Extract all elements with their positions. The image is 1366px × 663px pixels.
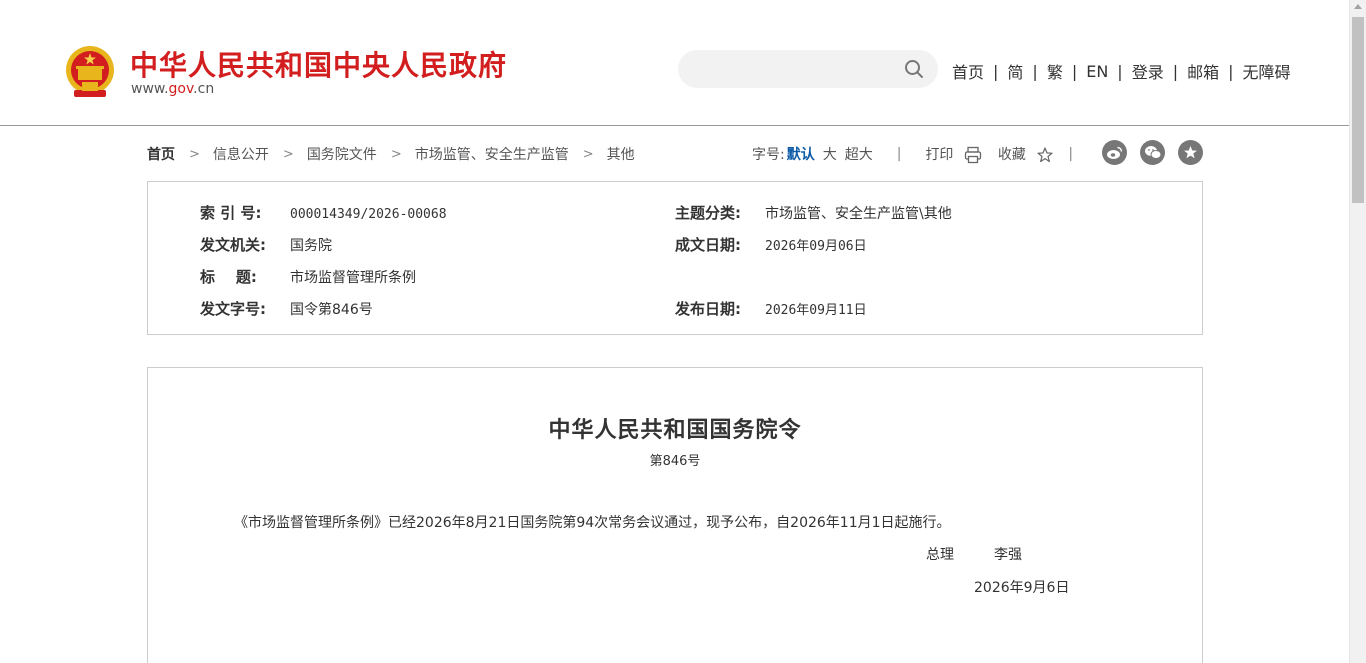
- print-button[interactable]: 打印: [925, 144, 982, 164]
- info-label: 成文日期:: [675, 236, 741, 254]
- article-number: 第846号: [649, 454, 701, 469]
- favorite-label: 收藏: [997, 147, 1026, 163]
- font-size-default[interactable]: 默认: [787, 144, 815, 164]
- scroll-thumb[interactable]: [1352, 17, 1364, 203]
- nav-login[interactable]: 登录: [1132, 59, 1164, 83]
- info-label: 发文机关:: [200, 236, 266, 254]
- info-topic: 主题分类: 市场监管、安全生产监管\其他: [675, 202, 952, 223]
- search-input[interactable]: [696, 58, 896, 80]
- scroll-up-arrow-icon[interactable]: [1354, 4, 1362, 9]
- nav-accessibility[interactable]: 无障碍: [1243, 59, 1291, 83]
- signer-name: 李强: [994, 547, 1022, 563]
- site-url-prefix: www.: [131, 81, 169, 97]
- article-title: 中华人民共和国国务院令: [548, 417, 802, 443]
- info-label: 发布日期:: [675, 300, 741, 318]
- star-outline-icon: [1037, 147, 1053, 163]
- site-title[interactable]: 中华人民共和国中央人民政府: [130, 44, 507, 84]
- breadcrumb: 首页 > 信息公开 > 国务院文件 > 市场监管、安全生产监管 > 其他: [147, 144, 635, 164]
- font-size-xlarge[interactable]: 超大: [845, 144, 873, 164]
- star-share-icon[interactable]: [1178, 140, 1203, 165]
- weibo-icon[interactable]: [1102, 140, 1127, 165]
- info-written-date: 成文日期: 2026年09月06日: [675, 234, 867, 255]
- info-label: 索 引 号:: [200, 204, 262, 222]
- font-size-large[interactable]: 大: [823, 144, 837, 164]
- signer-title: 总理: [926, 547, 954, 563]
- info-title: 标 题: 市场监督管理所条例: [200, 266, 416, 287]
- top-nav: 首页 | 简 | 繁 | EN | 登录 | 邮箱 | 无障碍: [952, 59, 1291, 83]
- font-size-label: 字号:: [752, 147, 785, 163]
- nav-traditional[interactable]: 繁: [1047, 59, 1063, 83]
- info-label: 发文字号:: [200, 300, 266, 318]
- breadcrumb-state-council-docs[interactable]: 国务院文件: [307, 144, 377, 164]
- wechat-icon[interactable]: [1140, 140, 1165, 165]
- info-value: 000014349/2026-00068: [290, 207, 447, 222]
- site-header: 中华人民共和国中央人民政府 www.gov.cn 首页 | 简 | 繁 | EN…: [0, 0, 1349, 126]
- nav-simplified[interactable]: 简: [1007, 59, 1023, 83]
- info-value: 国令第846号: [290, 302, 373, 318]
- article-date: 2026年9月6日: [974, 580, 1070, 596]
- site-url-suffix: .cn: [193, 81, 215, 97]
- breadcrumb-chevron-icon: >: [282, 146, 294, 162]
- nav-separator: |: [1172, 61, 1179, 81]
- print-label: 打印: [925, 147, 954, 163]
- nav-separator: |: [1071, 61, 1078, 81]
- info-value: 2026年09月06日: [765, 239, 867, 254]
- breadcrumb-other[interactable]: 其他: [607, 144, 635, 164]
- nav-english[interactable]: EN: [1086, 62, 1108, 81]
- nav-home[interactable]: 首页: [952, 59, 984, 83]
- breadcrumb-chevron-icon: >: [189, 146, 200, 162]
- printer-icon: [964, 146, 982, 164]
- social-share: [1102, 140, 1216, 165]
- page-tools: 字号: 默认 大 超大 | 打印 收藏 |: [752, 144, 1097, 164]
- info-issuer: 发文机关: 国务院: [200, 234, 332, 255]
- info-value: 2026年09月11日: [765, 303, 867, 318]
- site-url[interactable]: www.gov.cn: [131, 81, 214, 97]
- breadcrumb-info-public[interactable]: 信息公开: [213, 144, 269, 164]
- nav-separator: |: [1228, 61, 1234, 81]
- search-icon[interactable]: [904, 59, 924, 79]
- article-signature: 总理 李强: [926, 544, 1022, 564]
- info-publish-date: 发布日期: 2026年09月11日: [675, 298, 867, 319]
- info-label: 标 题:: [200, 268, 257, 286]
- breadcrumb-chevron-icon: >: [390, 146, 402, 162]
- nav-separator: |: [1032, 61, 1038, 81]
- info-value: 市场监督管理所条例: [290, 270, 416, 286]
- nav-mailbox[interactable]: 邮箱: [1187, 59, 1219, 83]
- article-body: 《市场监督管理所条例》已经2026年8月21日国务院第94次常务会议通过，现予公…: [234, 515, 951, 531]
- search-box: [678, 50, 938, 88]
- breadcrumb-home[interactable]: 首页: [147, 144, 175, 164]
- article-content: 中华人民共和国国务院令 第846号 《市场监督管理所条例》已经2026年8月21…: [147, 367, 1203, 663]
- info-index-no: 索 引 号: 000014349/2026-00068: [200, 202, 447, 223]
- tools-divider: |: [896, 146, 902, 162]
- page-scrollbar[interactable]: [1349, 0, 1366, 663]
- nav-separator: |: [1117, 61, 1123, 81]
- breadcrumb-chevron-icon: >: [582, 146, 594, 162]
- favorite-button[interactable]: 收藏: [998, 144, 1054, 164]
- nav-separator: |: [993, 61, 999, 81]
- breadcrumb-market-regulation[interactable]: 市场监管、安全生产监管: [415, 144, 569, 164]
- national-emblem-icon[interactable]: [64, 44, 116, 100]
- tools-divider: |: [1068, 146, 1074, 162]
- info-value: 市场监管、安全生产监管\其他: [765, 206, 952, 222]
- info-label: 主题分类:: [675, 204, 741, 222]
- site-url-domain: gov: [168, 81, 194, 97]
- info-value: 国务院: [290, 238, 332, 254]
- document-info-table: 索 引 号: 000014349/2026-00068 主题分类: 市场监管、安…: [147, 181, 1203, 335]
- info-doc-no: 发文字号: 国令第846号: [200, 298, 373, 319]
